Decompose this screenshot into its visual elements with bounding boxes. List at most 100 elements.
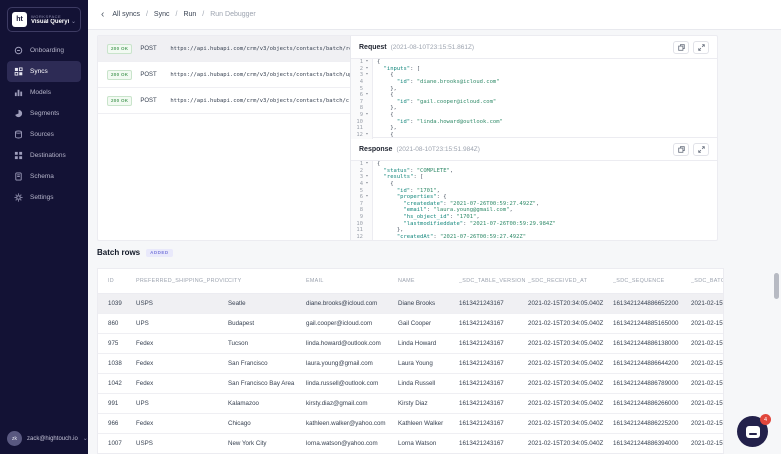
request-json-editor[interactable]: 1▾{2▾ "inputs": [3▾ {4 "id": "diane.broo… (351, 58, 717, 138)
request-title: Request (359, 44, 387, 51)
chat-bubble-button[interactable]: 4 (737, 416, 768, 447)
table-cell: diane.brooks@icloud.com (306, 293, 398, 313)
table-row[interactable]: 1039USPSSeatlediane.brooks@icloud.comDia… (98, 293, 724, 313)
fold-arrow-icon[interactable]: ▾ (363, 92, 371, 99)
fold-arrow-icon (363, 221, 371, 228)
code-text: "createdate": "2021-07-26T00:59:27.492Z"… (373, 201, 539, 208)
table-cell: Budapest (228, 313, 306, 333)
code-text: "email": "laura.young@gmail.com", (373, 207, 513, 214)
sidebar-item-onboarding[interactable]: Onboarding (7, 40, 81, 61)
table-cell: 2021-02-15T20:34:05.040Z (528, 393, 613, 413)
table-cell: 2021-02-15T20:34:05.040Z (528, 373, 613, 393)
table-row[interactable]: 1042FedexSan Francisco Bay Arealinda.rus… (98, 373, 724, 393)
sidebar-item-models[interactable]: Models (7, 82, 81, 103)
code-line: 4▾ { (351, 181, 717, 188)
request-url: https://api.hubapi.com/crm/v3/objects/co… (170, 46, 350, 52)
destinations-icon (14, 147, 23, 165)
fold-arrow-icon[interactable]: ▾ (363, 72, 371, 79)
table-cell: linda.russell@outlook.com (306, 373, 398, 393)
response-timestamp: (2021-08-10T23:15:51.984Z) (396, 146, 479, 153)
table-cell: 2021-02-15T20:34:05.040Z (691, 393, 724, 413)
http-method: POST (140, 46, 162, 52)
line-number: 5 (351, 188, 363, 195)
table-row[interactable]: 1038FedexSan Franciscolaura.young@gmail.… (98, 353, 724, 373)
table-row[interactable]: 991UPSKalamazookirsty.diaz@gmail.comKirs… (98, 393, 724, 413)
expand-button[interactable] (693, 143, 709, 156)
column-header: CITY (228, 269, 306, 293)
response-title: Response (359, 146, 392, 153)
line-number: 6 (351, 92, 363, 99)
code-text: "id": "diane.brooks@icloud.com" (373, 79, 500, 86)
sidebar-item-schema[interactable]: Schema (7, 166, 81, 187)
line-number: 1 (351, 161, 363, 168)
table-cell: 1613421244886394000 (613, 433, 691, 453)
workspace-selector[interactable]: ht WORKSPACE Visual Querying D... ⌄ (7, 7, 81, 32)
fold-arrow-icon[interactable]: ▾ (363, 174, 371, 181)
table-cell: 2021-02-15T20:34:05.040Z (691, 313, 724, 333)
fold-arrow-icon[interactable]: ▾ (363, 112, 371, 119)
vertical-scrollbar[interactable] (774, 273, 779, 299)
breadcrumb-sync[interactable]: Sync (154, 11, 170, 18)
code-text: { (373, 72, 394, 79)
line-number: 12 (351, 234, 363, 240)
breadcrumb-all-syncs[interactable]: All syncs (112, 11, 140, 18)
code-line: 9▾ { (351, 112, 717, 119)
table-row[interactable]: 975FedexTucsonlinda.howard@outlook.comLi… (98, 333, 724, 353)
code-text: "hs_object_id": "1701", (373, 214, 480, 221)
table-cell: 2021-02-15T20:34:05.040Z (528, 313, 613, 333)
fold-arrow-icon (363, 119, 371, 126)
sidebar-item-destinations[interactable]: Destinations (7, 145, 81, 166)
request-row[interactable]: 200 OKPOSThttps://api.hubapi.com/crm/v3/… (98, 36, 350, 62)
table-cell: Fedex (136, 333, 228, 353)
sidebar-item-settings[interactable]: Settings (7, 187, 81, 208)
fold-arrow-icon (363, 214, 371, 221)
sidebar-item-segments[interactable]: Segments (7, 103, 81, 124)
sidebar-item-sources[interactable]: Sources (7, 124, 81, 145)
table-row[interactable]: 860UPSBudapestgail.cooper@icloud.comGail… (98, 313, 724, 333)
fold-arrow-icon[interactable]: ▾ (363, 66, 371, 73)
breadcrumb-separator: / (202, 11, 204, 18)
code-line: 11 }, (351, 125, 717, 132)
sidebar-item-syncs[interactable]: Syncs (7, 61, 81, 82)
table-cell: 1613421244886225200 (613, 413, 691, 433)
copy-button[interactable] (673, 41, 689, 54)
table-row[interactable]: 1007USPSNew York Citylorna.watson@yahoo.… (98, 433, 724, 453)
fold-arrow-icon[interactable]: ▾ (363, 181, 371, 188)
table-cell: 1613421243167 (459, 293, 528, 313)
back-chevron-icon[interactable]: ‹ (101, 10, 104, 20)
fold-arrow-icon (363, 207, 371, 214)
response-json-editor[interactable]: 1▾{2 "status": "COMPLETE",3▾ "results": … (351, 160, 717, 240)
user-menu[interactable]: zk zack@hightouch.io ⌄ (7, 431, 88, 446)
fold-arrow-icon[interactable]: ▾ (363, 194, 371, 201)
copy-button[interactable] (673, 143, 689, 156)
sidebar-item-label: Onboarding (30, 47, 64, 54)
code-text: }, (373, 105, 397, 112)
request-url: https://api.hubapi.com/crm/v3/objects/co… (170, 98, 350, 104)
table-cell: kirsty.diaz@gmail.com (306, 393, 398, 413)
expand-button[interactable] (693, 41, 709, 54)
code-line: 3▾ { (351, 72, 717, 79)
table-cell: 1613421243167 (459, 393, 528, 413)
table-cell: 1613421244885165000 (613, 313, 691, 333)
code-text: { (373, 161, 380, 168)
breadcrumb-run[interactable]: Run (183, 11, 196, 18)
table-row[interactable]: 966FedexChicagokathleen.walker@yahoo.com… (98, 413, 724, 433)
sidebar-nav: Onboarding Syncs Models Segments Sources… (0, 40, 88, 208)
code-line: 1▾{ (351, 59, 717, 66)
line-number: 3 (351, 174, 363, 181)
table-header-row: IDPREFERRED_SHIPPING_PROVIDERCITYEMAILNA… (98, 269, 724, 293)
table-cell: 2021-02-15T20:34:05.040Z (528, 353, 613, 373)
request-row[interactable]: 200 OKPOSThttps://api.hubapi.com/crm/v3/… (98, 88, 350, 114)
line-number: 8 (351, 207, 363, 214)
code-line: 7 "id": "gail.cooper@icloud.com" (351, 99, 717, 106)
breadcrumb: ‹ All syncs / Sync / Run / Run Debugger (101, 10, 256, 20)
line-number: 2 (351, 66, 363, 73)
code-text: "properties": { (373, 194, 447, 201)
fold-arrow-icon[interactable]: ▾ (363, 161, 371, 168)
breadcrumb-separator: / (146, 11, 148, 18)
request-row[interactable]: 200 OKPOSThttps://api.hubapi.com/crm/v3/… (98, 62, 350, 88)
table-cell: 1038 (98, 353, 136, 373)
workspace-name: Visual Querying D... (31, 19, 69, 25)
table-cell: 1613421243167 (459, 353, 528, 373)
fold-arrow-icon[interactable]: ▾ (363, 59, 371, 66)
